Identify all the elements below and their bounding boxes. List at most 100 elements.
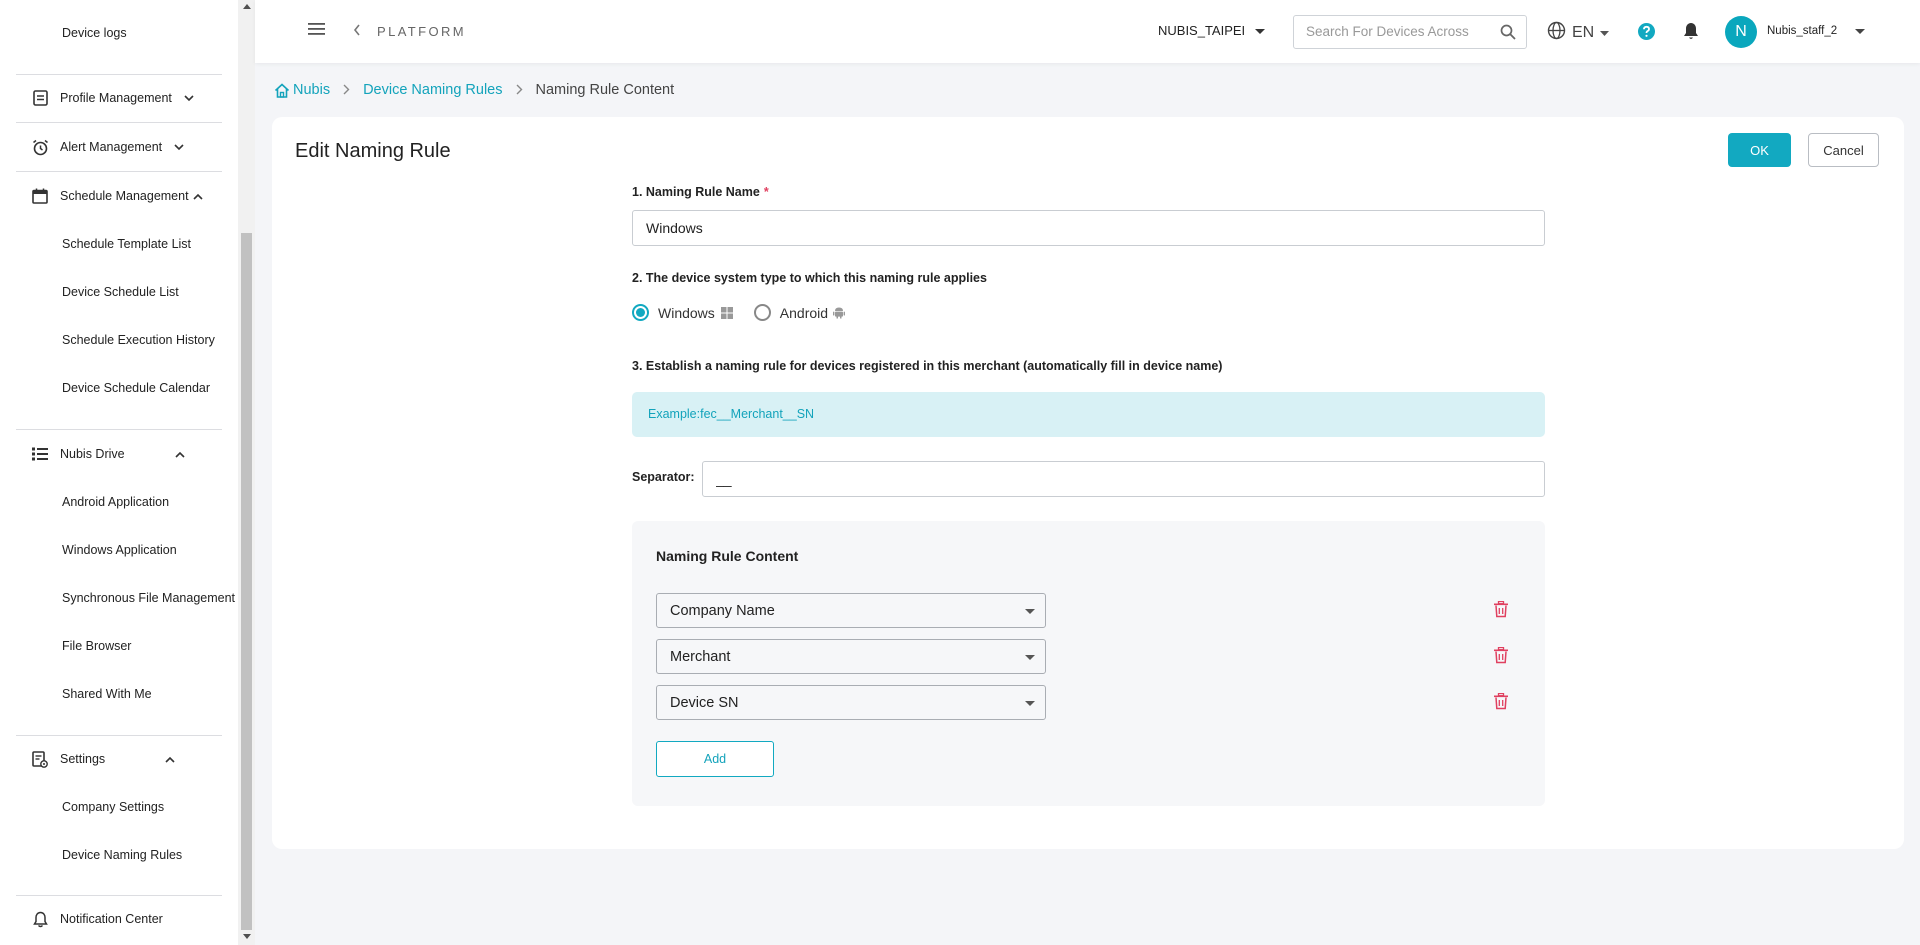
sidebar-item-android-application[interactable]: Android Application bbox=[62, 495, 169, 509]
list-icon bbox=[31, 445, 49, 463]
trash-icon[interactable] bbox=[1493, 692, 1509, 711]
separator-label: Separator: bbox=[632, 470, 695, 484]
add-rule-item-button[interactable]: Add bbox=[656, 741, 774, 777]
sidebar-item-shared-with-me[interactable]: Shared With Me bbox=[62, 687, 152, 701]
breadcrumb-home[interactable]: Nubis bbox=[293, 82, 330, 98]
alarm-clock-icon bbox=[31, 138, 49, 156]
caret-down-icon bbox=[1025, 701, 1035, 706]
chevron-up-icon bbox=[191, 189, 205, 203]
notification-bell-icon bbox=[31, 910, 49, 928]
select-value: Device SN bbox=[670, 695, 739, 711]
windows-radio[interactable] bbox=[632, 304, 649, 321]
search-icon[interactable] bbox=[1500, 24, 1516, 43]
android-radio[interactable] bbox=[753, 304, 771, 321]
search-input[interactable] bbox=[1306, 24, 1486, 39]
merchant-selector[interactable]: NUBIS_TAIPEI bbox=[1158, 23, 1266, 38]
chevron-right-icon bbox=[516, 82, 523, 98]
chevron-right-icon bbox=[343, 82, 350, 98]
trash-icon[interactable] bbox=[1493, 646, 1509, 665]
example-banner: Example:fec__Merchant__SN bbox=[632, 392, 1545, 437]
required-asterisk: * bbox=[763, 185, 769, 199]
sidebar-scrollbar[interactable] bbox=[238, 0, 255, 945]
sidebar-item-device-schedule-calendar[interactable]: Device Schedule Calendar bbox=[62, 381, 210, 395]
language-code: EN bbox=[1572, 24, 1595, 41]
globe-icon bbox=[1547, 21, 1566, 45]
cancel-button[interactable]: Cancel bbox=[1808, 133, 1879, 167]
top-bar: PLATFORM NUBIS_TAIPEI EN N Nubis_staff_2 bbox=[255, 0, 1920, 63]
sidebar-item-file-browser[interactable]: File Browser bbox=[62, 639, 131, 653]
sidebar-group-label: Profile Management bbox=[60, 91, 172, 105]
language-selector[interactable]: EN bbox=[1547, 21, 1610, 45]
chevron-left-icon[interactable] bbox=[353, 24, 361, 39]
trash-icon[interactable] bbox=[1493, 600, 1509, 619]
naming-rule-name-label: 1. Naming Rule Name * bbox=[632, 185, 769, 199]
chevron-up-icon bbox=[163, 752, 177, 766]
device-search[interactable] bbox=[1293, 15, 1527, 49]
windows-radio-label[interactable]: Windows bbox=[658, 305, 715, 321]
hamburger-menu-icon[interactable] bbox=[308, 22, 326, 40]
platform-label[interactable]: PLATFORM bbox=[377, 24, 466, 39]
chevron-up-icon bbox=[173, 447, 187, 461]
scrollbar-thumb[interactable] bbox=[241, 233, 252, 930]
select-value: Company Name bbox=[670, 603, 775, 619]
sidebar-group-label: Schedule Management bbox=[60, 189, 189, 203]
sidebar-group-nubis-drive[interactable]: Nubis Drive bbox=[16, 430, 222, 478]
rule-item-select[interactable]: Company Name bbox=[656, 593, 1046, 628]
chevron-down-icon bbox=[182, 91, 196, 105]
sidebar-group-schedule-management[interactable]: Schedule Management bbox=[16, 172, 222, 220]
system-type-radio-group: Windows Android bbox=[632, 304, 846, 321]
scroll-down-arrow-icon[interactable] bbox=[243, 934, 251, 939]
select-value: Merchant bbox=[670, 649, 731, 665]
caret-down-icon bbox=[1600, 24, 1610, 42]
rule-item-select[interactable]: Device SN bbox=[656, 685, 1046, 720]
field-label-text: 1. Naming Rule Name bbox=[632, 185, 760, 199]
calendar-icon bbox=[31, 187, 49, 205]
sidebar-item-schedule-execution-history[interactable]: Schedule Execution History bbox=[62, 333, 215, 347]
sidebar-item-synchronous-file-management[interactable]: Synchronous File Management bbox=[62, 591, 235, 605]
sidebar-group-alert-management[interactable]: Alert Management bbox=[16, 123, 222, 171]
merchant-name: NUBIS_TAIPEI bbox=[1158, 23, 1246, 38]
android-logo-icon bbox=[833, 306, 846, 319]
caret-down-icon[interactable] bbox=[1855, 29, 1865, 34]
example-text: Example:fec__Merchant__SN bbox=[648, 407, 815, 421]
naming-rule-content-title: Naming Rule Content bbox=[656, 548, 799, 564]
ok-button[interactable]: OK bbox=[1728, 133, 1791, 167]
breadcrumb-device-naming-rules[interactable]: Device Naming Rules bbox=[363, 82, 502, 98]
sidebar-item-device-logs[interactable]: Device logs bbox=[62, 26, 127, 40]
windows-logo-icon bbox=[720, 306, 733, 319]
naming-rule-content-panel: Naming Rule Content Company Name Merchan… bbox=[632, 521, 1545, 806]
scroll-up-arrow-icon[interactable] bbox=[243, 4, 251, 9]
chevron-down-icon bbox=[172, 140, 186, 154]
sidebar-group-label: Notification Center bbox=[60, 912, 163, 926]
system-type-label: 2. The device system type to which this … bbox=[632, 271, 987, 285]
sidebar-group-label: Nubis Drive bbox=[60, 447, 125, 461]
sidebar-group-notification-center[interactable]: Notification Center bbox=[16, 895, 222, 943]
page-title: Edit Naming Rule bbox=[295, 140, 451, 162]
sidebar-item-company-settings[interactable]: Company Settings bbox=[62, 800, 164, 814]
sidebar-group-profile-management[interactable]: Profile Management bbox=[16, 74, 222, 122]
edit-naming-rule-card: Edit Naming Rule OK Cancel 1. Naming Rul… bbox=[272, 117, 1904, 849]
sidebar: Device logs Profile Management Alert Man… bbox=[0, 0, 255, 945]
sidebar-item-windows-application[interactable]: Windows Application bbox=[62, 543, 177, 557]
breadcrumb: Nubis Device Naming Rules Naming Rule Co… bbox=[274, 82, 674, 98]
username[interactable]: Nubis_staff_2 bbox=[1767, 25, 1837, 37]
sidebar-item-schedule-template-list[interactable]: Schedule Template List bbox=[62, 237, 191, 251]
notification-bell-icon[interactable] bbox=[1683, 22, 1699, 44]
home-icon[interactable] bbox=[274, 82, 290, 98]
caret-down-icon bbox=[1025, 609, 1035, 614]
android-radio-label[interactable]: Android bbox=[780, 305, 828, 321]
profile-icon bbox=[31, 89, 49, 107]
sidebar-item-device-schedule-list[interactable]: Device Schedule List bbox=[62, 285, 179, 299]
sidebar-menu: Device logs Profile Management Alert Man… bbox=[0, 0, 238, 945]
rule-item-select[interactable]: Merchant bbox=[656, 639, 1046, 674]
sidebar-group-label: Alert Management bbox=[60, 140, 163, 154]
avatar[interactable]: N bbox=[1725, 16, 1757, 48]
naming-rule-name-input[interactable] bbox=[632, 210, 1545, 246]
sidebar-group-settings[interactable]: Settings bbox=[16, 735, 222, 783]
breadcrumb-current: Naming Rule Content bbox=[535, 82, 675, 98]
separator-input[interactable] bbox=[702, 461, 1545, 497]
sidebar-item-device-naming-rules[interactable]: Device Naming Rules bbox=[62, 848, 182, 862]
caret-down-icon bbox=[1255, 23, 1266, 38]
help-icon[interactable] bbox=[1637, 22, 1656, 44]
naming-rule-establish-label: 3. Establish a naming rule for devices r… bbox=[632, 359, 1223, 373]
